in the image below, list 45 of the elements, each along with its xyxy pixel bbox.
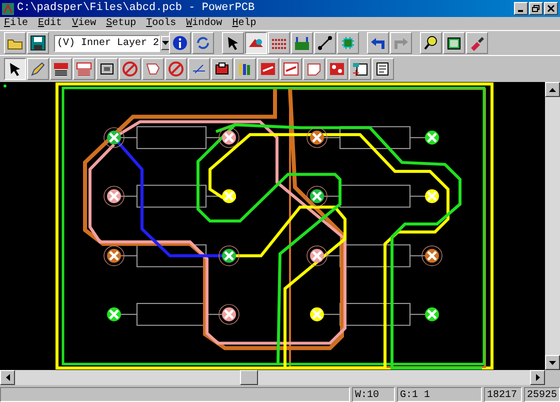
horizontal-scrollbar[interactable] xyxy=(0,370,545,385)
prohibited-icon xyxy=(168,61,184,77)
scroll-thumb[interactable] xyxy=(240,370,258,385)
outline-shape-icon xyxy=(145,61,161,77)
document-icon xyxy=(375,61,391,77)
pads-icon xyxy=(329,61,345,77)
menu-item[interactable]: Help xyxy=(232,16,256,31)
status-y-coordinate: 25925 xyxy=(524,387,560,402)
close-button[interactable] xyxy=(544,2,558,15)
pencil-icon xyxy=(30,61,46,77)
board-icon xyxy=(294,35,310,51)
status-x-coordinate: 18217 xyxy=(484,387,522,402)
scroll-down-icon[interactable] xyxy=(545,355,560,370)
vertical-scrollbar[interactable] xyxy=(545,82,560,370)
menu-item[interactable]: Tools xyxy=(146,16,176,31)
picture-frame-icon xyxy=(446,35,462,51)
circular-arrows-icon xyxy=(195,35,211,51)
menu-item[interactable]: View xyxy=(72,16,96,31)
brush-icon xyxy=(469,35,485,51)
undo-icon xyxy=(370,35,386,51)
minimize-button[interactable] xyxy=(514,2,528,15)
status-grid: G:1 1 xyxy=(397,387,482,402)
menu-item[interactable]: Edit xyxy=(38,16,62,31)
menu-item[interactable]: File xyxy=(4,16,28,31)
menu-item[interactable]: Setup xyxy=(106,16,136,31)
zoom-icon xyxy=(423,35,439,51)
prohibited-icon xyxy=(122,61,138,77)
scroll-right-icon[interactable] xyxy=(530,370,545,385)
connection-icon xyxy=(317,35,333,51)
menu-item[interactable]: Window xyxy=(186,16,222,31)
scroll-left-icon[interactable] xyxy=(0,370,15,385)
info-icon xyxy=(172,35,188,51)
app-icon xyxy=(2,2,14,14)
toolbar-button[interactable] xyxy=(245,32,267,54)
window-title: C:\padsper\Files\abcd.pcb - PowerPCB xyxy=(17,1,255,16)
scroll-up-icon[interactable] xyxy=(545,82,560,97)
restore-icon xyxy=(532,5,540,12)
redo-icon xyxy=(393,35,409,51)
close-icon xyxy=(547,5,555,12)
books-icon xyxy=(237,61,253,77)
chip-icon xyxy=(340,35,356,51)
toolbar-button[interactable] xyxy=(4,58,26,80)
outline-shape-icon xyxy=(306,61,322,77)
restore-button[interactable] xyxy=(529,2,543,15)
status-width: W:10 xyxy=(352,387,395,402)
